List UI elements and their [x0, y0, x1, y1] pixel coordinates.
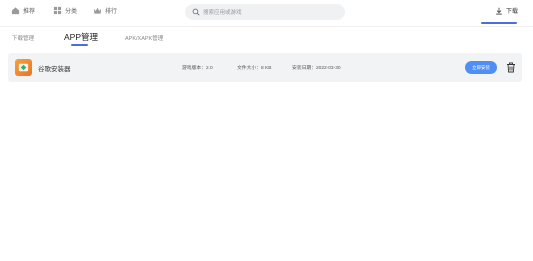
- installer-logo-icon: [18, 63, 29, 72]
- download-label: 下载: [506, 9, 519, 15]
- home-icon: [11, 7, 20, 15]
- search-icon: [192, 8, 200, 16]
- date-key: 安装日期：: [292, 66, 316, 71]
- nav-item-label: 推荐: [23, 9, 36, 15]
- install-button[interactable]: 立即安装: [465, 61, 497, 74]
- search-placeholder: 搜索应用或游戏: [203, 10, 242, 16]
- app-name: 谷歌安装器: [38, 66, 71, 73]
- tab-app-management[interactable]: APP管理: [64, 31, 98, 43]
- size-value: 8 KB: [261, 66, 272, 71]
- tab-apk-management[interactable]: APK/XAPK管理: [125, 34, 163, 42]
- trash-icon[interactable]: [506, 62, 516, 73]
- nav-item-label: 分类: [65, 9, 78, 15]
- nav-item-ranking[interactable]: 排行: [93, 6, 117, 15]
- date-value: 2022-03-30: [316, 66, 341, 71]
- header-divider: [0, 26, 533, 27]
- top-navigation: 推荐 分类 排行 搜索应用或游戏 下载: [0, 0, 533, 26]
- tab-active-indicator: [71, 44, 88, 46]
- app-size: 文件大小：8 KB: [237, 64, 271, 71]
- grid-icon: [53, 6, 62, 15]
- crown-icon: [93, 7, 102, 14]
- install-date: 安装日期：2022-03-30: [292, 64, 341, 71]
- download-tab[interactable]: 下载: [495, 6, 518, 15]
- download-tab-indicator: [481, 22, 517, 24]
- nav-item-category[interactable]: 分类: [53, 6, 77, 15]
- app-icon: [15, 59, 32, 76]
- nav-item-label: 排行: [105, 9, 118, 15]
- app-version: 游戏版本：2.0: [182, 64, 213, 71]
- nav-item-recommend[interactable]: 推荐: [11, 6, 35, 15]
- version-key: 游戏版本：: [182, 66, 206, 71]
- version-value: 2.0: [206, 66, 213, 71]
- tab-download-management[interactable]: 下载管理: [12, 34, 34, 42]
- size-key: 文件大小：: [237, 66, 261, 71]
- download-icon: [496, 7, 502, 14]
- app-row: 谷歌安装器 游戏版本：2.0 文件大小：8 KB 安装日期：2022-03-30…: [8, 53, 522, 82]
- search-input[interactable]: 搜索应用或游戏: [185, 4, 345, 20]
